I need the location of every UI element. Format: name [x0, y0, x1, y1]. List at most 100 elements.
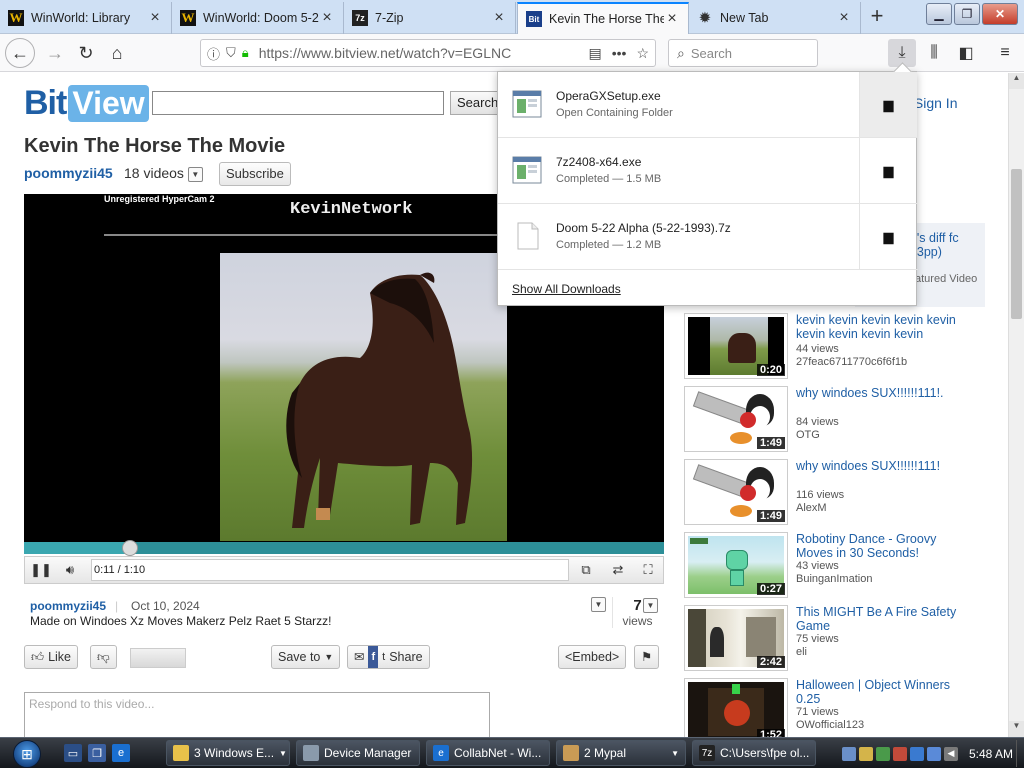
- volume-button[interactable]: 🔊︎: [57, 559, 83, 581]
- taskbar-button-7zip[interactable]: 7z C:\Users\fpe ol...: [692, 740, 816, 766]
- tab-new-tab[interactable]: ✹ New Tab ×: [689, 2, 861, 34]
- tab-bitview[interactable]: Bit Kevin The Horse The ×: [517, 2, 689, 34]
- fullscreen-button[interactable]: ⛶: [635, 559, 661, 581]
- monitor-tray-icon[interactable]: [927, 746, 941, 761]
- related-title[interactable]: Robotiny Dance - Groovy Moves in 30 Seco…: [796, 532, 976, 560]
- info-icon[interactable]: ⓘ: [207, 44, 220, 63]
- url-bar[interactable]: ⓘ ⛉ 🔒︎ https://www.bitview.net/watch?v=E…: [200, 39, 656, 67]
- open-folder-button[interactable]: ▆: [859, 204, 917, 269]
- related-title[interactable]: Halloween | Object Winners 0.25: [796, 678, 976, 706]
- forward-button[interactable]: →: [40, 38, 70, 68]
- tracking-protection-icon[interactable]: ⛉: [226, 45, 236, 61]
- library-button[interactable]: ⫼: [920, 39, 948, 67]
- tab-winworld-library[interactable]: W WinWorld: Library ×: [0, 2, 172, 34]
- close-icon[interactable]: ×: [319, 9, 335, 27]
- share-button[interactable]: ✉ f t Share: [347, 645, 430, 669]
- show-desktop-button[interactable]: [1016, 740, 1024, 767]
- sign-in-link[interactable]: Sign In: [914, 95, 958, 111]
- embed-button[interactable]: <Embed>: [558, 645, 627, 669]
- related-thumbnail[interactable]: 1:49: [684, 459, 788, 525]
- tab-7zip[interactable]: 7z 7-Zip ×: [344, 2, 516, 34]
- video-progress-bar[interactable]: [24, 540, 664, 556]
- related-thumbnail[interactable]: 0:27: [684, 532, 788, 598]
- close-icon[interactable]: ×: [664, 10, 680, 28]
- home-button[interactable]: ⌂: [102, 38, 132, 68]
- related-title[interactable]: why windoes SUX!!!!!!111!.: [796, 386, 976, 400]
- taskbar-button-device-manager[interactable]: Device Manager: [296, 740, 420, 766]
- related-thumbnail[interactable]: 2:42: [684, 605, 788, 671]
- related-video[interactable]: 1:49 why windoes SUX!!!!!!111!. 84 views…: [684, 386, 1004, 456]
- alert-tray-icon[interactable]: [893, 746, 907, 761]
- tab-winworld-doom[interactable]: W WinWorld: Doom 5-2 ×: [172, 2, 344, 34]
- close-window-button[interactable]: ✕: [982, 3, 1018, 25]
- comment-input[interactable]: Respond to this video...: [24, 692, 490, 737]
- show-all-downloads-link[interactable]: Show All Downloads: [512, 282, 621, 296]
- open-folder-button[interactable]: ▆: [859, 72, 917, 137]
- meta-uploader-link[interactable]: poommyzii45: [30, 599, 106, 613]
- related-video[interactable]: 0:27 Robotiny Dance - Groovy Moves in 30…: [684, 532, 1004, 602]
- security-tray-icon[interactable]: [876, 746, 890, 761]
- related-title[interactable]: This MIGHT Be A Fire Safety Game: [796, 605, 976, 633]
- related-user[interactable]: AlexM: [796, 502, 827, 514]
- related-user[interactable]: 27feac6711770c6f6f1b: [796, 356, 907, 368]
- related-video[interactable]: 1:52 Halloween | Object Winners 0.25 71 …: [684, 678, 1004, 737]
- show-desktop-icon[interactable]: ▭: [64, 744, 82, 762]
- related-title[interactable]: kevin kevin kevin kevin kevin kevin kevi…: [796, 313, 976, 341]
- reload-button[interactable]: ↻: [71, 38, 101, 68]
- browser-search-input[interactable]: ⌕ Search: [668, 39, 818, 67]
- close-icon[interactable]: ×: [491, 9, 507, 27]
- video-progress-knob[interactable]: [121, 540, 138, 556]
- page-actions-icon[interactable]: •••: [612, 45, 627, 61]
- dislike-button[interactable]: 👎︎: [90, 645, 117, 669]
- chevron-down-icon[interactable]: ▼: [187, 166, 203, 182]
- download-item[interactable]: OperaGXSetup.exe Open Containing Folder …: [498, 72, 918, 138]
- download-item[interactable]: Doom 5-22 Alpha (5-22-1993).7z Completed…: [498, 204, 918, 270]
- subscribe-button[interactable]: Subscribe: [219, 162, 291, 186]
- start-button[interactable]: ⊞: [8, 740, 46, 768]
- reader-view-icon[interactable]: ▤: [588, 45, 601, 62]
- related-title[interactable]: why windoes SUX!!!!!!111!: [796, 459, 976, 473]
- page-scrollbar[interactable]: ▲ ▼: [1008, 73, 1024, 737]
- switch-windows-icon[interactable]: ❐: [88, 744, 106, 762]
- close-icon[interactable]: ×: [836, 9, 852, 27]
- minimize-button[interactable]: ▁: [926, 3, 952, 25]
- pause-button[interactable]: ❚❚: [30, 559, 52, 581]
- chevron-down-icon[interactable]: ▼: [591, 597, 606, 612]
- related-thumbnail[interactable]: 1:52: [684, 678, 788, 737]
- save-to-button[interactable]: Save to ▼: [271, 645, 341, 669]
- volume-tray-icon[interactable]: ◀: [944, 746, 958, 761]
- related-thumbnail[interactable]: 1:49: [684, 386, 788, 452]
- download-item[interactable]: 7z2408-x64.exe Completed — 1.5 MB ▆: [498, 138, 918, 204]
- menu-button[interactable]: ≡: [991, 39, 1019, 67]
- url-text[interactable]: https://www.bitview.net/watch?v=EGLNC: [259, 45, 579, 61]
- back-button[interactable]: ←: [5, 38, 35, 68]
- related-thumbnail[interactable]: 0:20: [684, 313, 788, 379]
- scroll-up-arrow-icon[interactable]: ▲: [1009, 73, 1024, 89]
- connection-tray-icon[interactable]: [910, 746, 924, 761]
- lock-icon[interactable]: 🔒︎: [242, 45, 249, 61]
- clock[interactable]: 5:48 AM: [969, 747, 1013, 761]
- new-tab-button[interactable]: +: [862, 4, 892, 30]
- scrollbar-thumb[interactable]: [1011, 169, 1022, 319]
- related-video[interactable]: 0:20 kevin kevin kevin kevin kevin kevin…: [684, 313, 1004, 383]
- popout-button[interactable]: ⧉: [573, 559, 599, 581]
- open-folder-button[interactable]: ▆: [859, 138, 917, 203]
- ie-icon[interactable]: e: [112, 744, 130, 762]
- shield-icon[interactable]: [859, 746, 873, 761]
- related-video[interactable]: 1:49 why windoes SUX!!!!!!111! 116 views…: [684, 459, 1004, 529]
- taskbar-button-explorer[interactable]: 3 Windows E... ▼: [166, 740, 290, 766]
- bookmark-star-icon[interactable]: ☆: [636, 45, 649, 62]
- uploader-link[interactable]: poommyzii45: [24, 165, 113, 181]
- chevron-down-icon[interactable]: ▼: [643, 598, 658, 613]
- site-search-input[interactable]: [152, 91, 444, 115]
- bitview-logo[interactable]: Bit View: [24, 83, 149, 123]
- related-user[interactable]: OWofficial123: [796, 719, 864, 731]
- related-user[interactable]: eli: [796, 646, 807, 658]
- network-tray-icon[interactable]: [842, 746, 856, 761]
- taskbar-button-mypal[interactable]: 2 Mypal ▼: [556, 740, 686, 766]
- taskbar-button-collabnet[interactable]: e CollabNet - Wi...: [426, 740, 550, 766]
- related-user[interactable]: BuinganImation: [796, 573, 872, 585]
- widescreen-button[interactable]: ⇄: [605, 559, 631, 581]
- maximize-button[interactable]: ❐: [954, 3, 980, 25]
- close-icon[interactable]: ×: [147, 9, 163, 27]
